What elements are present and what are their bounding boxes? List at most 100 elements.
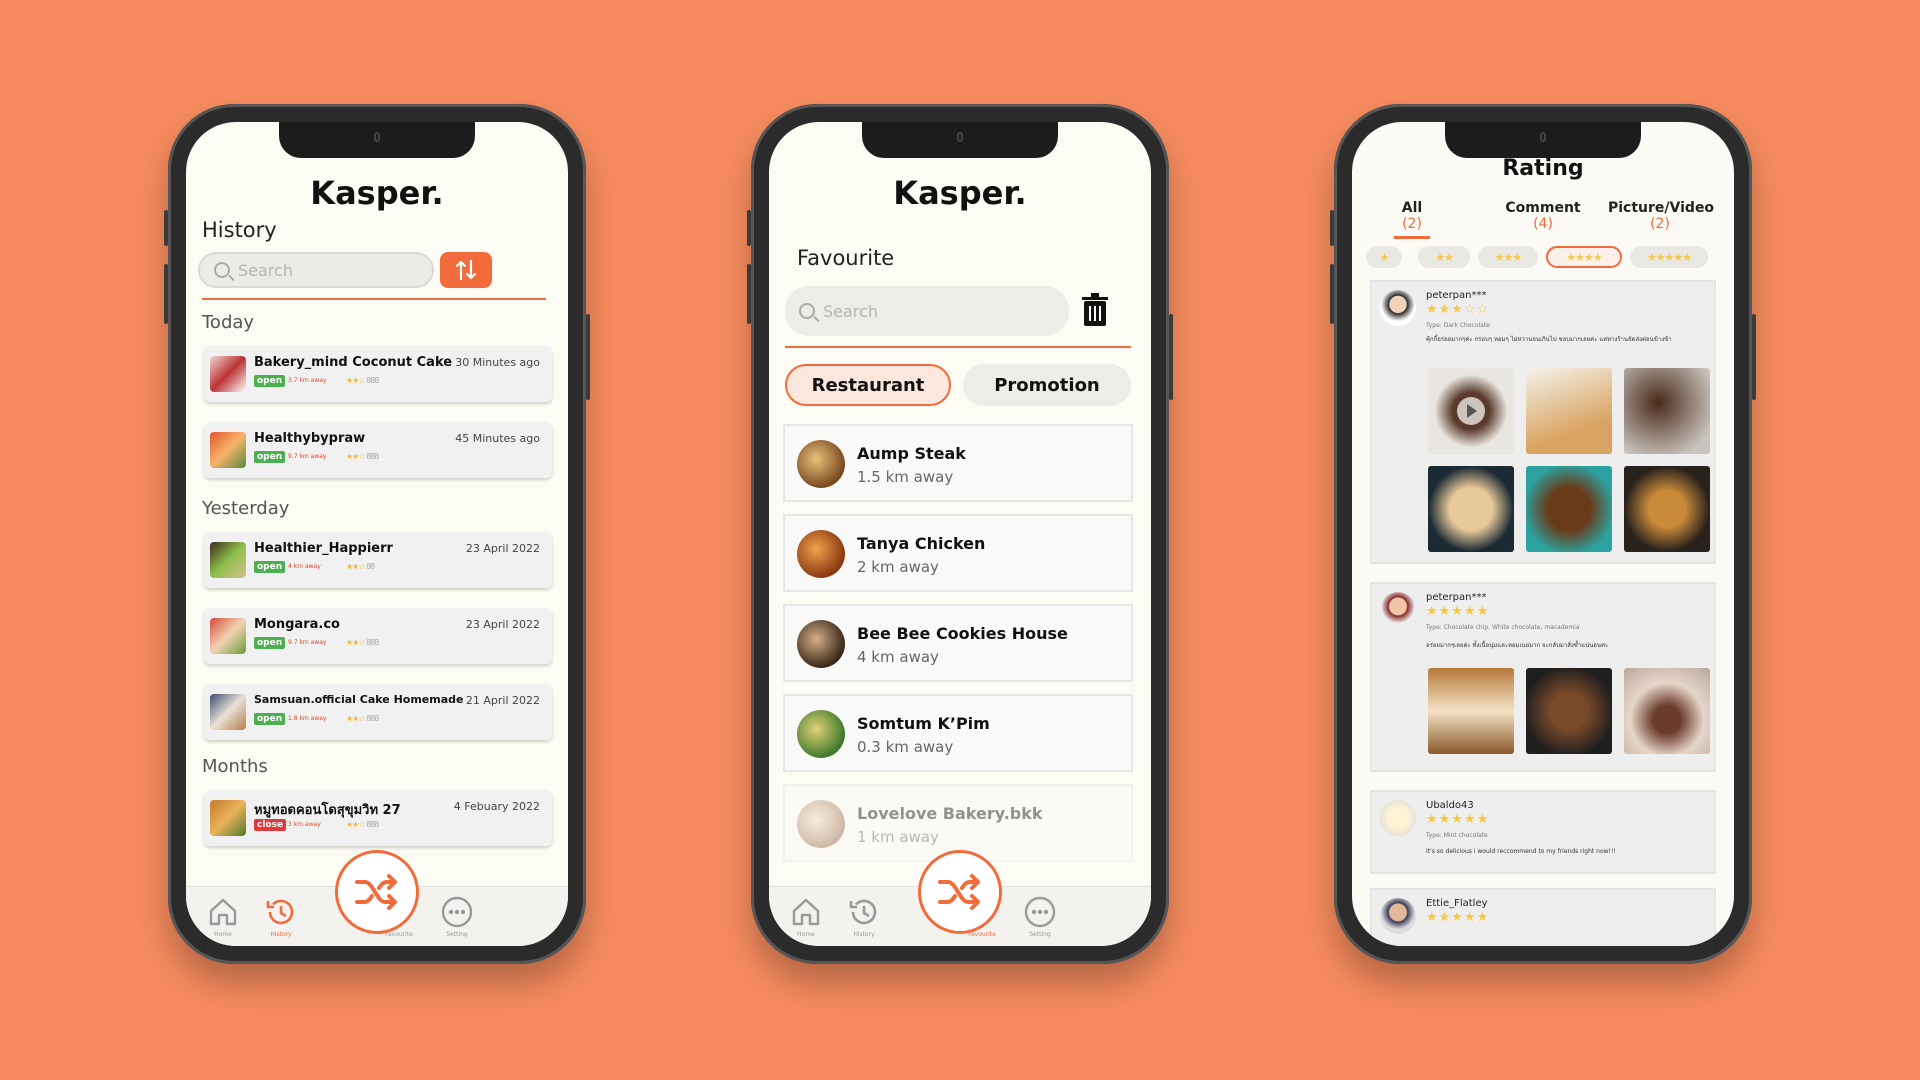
review-photo[interactable] [1526,466,1612,552]
review-stars: ★★★★★ [1426,604,1490,619]
review-photo[interactable] [1624,668,1710,754]
review-type: Type: Mint chocolate [1426,832,1488,839]
tab-picture-video[interactable]: Picture/Video (2) [1608,200,1714,232]
favourite-item[interactable]: Bee Bee Cookies House 4 km away [783,604,1133,682]
tab-label: Comment [1505,200,1581,216]
phone-rating: Rating All (2) Comment (4) Picture/Video… [1330,104,1756,964]
shuffle-button[interactable] [335,850,419,934]
review-photo[interactable] [1526,668,1612,754]
group-months: Months [202,756,268,777]
star-filter-1[interactable]: ★ [1366,246,1402,268]
nav-label: Setting [1029,931,1051,938]
visit-time: 45 Minutes ago [455,432,540,445]
history-item[interactable]: Bakery_mind Coconut Cake 30 Minutes ago … [204,346,552,402]
nav-home[interactable]: Home [781,895,831,938]
status-badge: open [254,713,286,725]
visit-time: 23 April 2022 [465,542,540,555]
notch [1445,122,1641,158]
review-video[interactable] [1428,368,1514,454]
nav-label: Home [214,931,232,938]
store-thumbnail [210,542,246,578]
search-input[interactable]: Search [785,286,1069,336]
review-photo[interactable] [1526,368,1612,454]
brand-logo: Kasper. [310,174,444,212]
star-filter-4[interactable]: ★★★★ [1546,246,1622,268]
search-icon [214,262,230,278]
visit-time: 4 Febuary 2022 [453,800,540,813]
review-user: Ubaldo43 [1426,800,1474,811]
history-item[interactable]: Healthybypraw 45 Minutes ago open 9.7 km… [204,422,552,478]
search-icon [799,303,815,319]
search-placeholder: Search [238,260,293,280]
nav-history[interactable]: History [839,895,889,938]
page-title: Rating [1502,156,1584,181]
tab-count: (2) [1402,216,1422,232]
history-item[interactable]: Healthier_Happierr 23 April 2022 open 4 … [204,532,552,588]
star-filter-3[interactable]: ★★★ [1478,246,1538,268]
nav-setting[interactable]: Setting [1015,895,1065,938]
visit-time: 23 April 2022 [465,618,540,631]
history-icon [849,899,877,925]
tab-count: (2) [1650,216,1670,232]
shuffle-icon [938,874,980,910]
star-filter-2[interactable]: ★★ [1418,246,1470,268]
store-name: Samsuan.official Cake Homemade [254,693,464,706]
nav-setting[interactable]: Setting [432,895,482,938]
search-input[interactable]: Search [198,252,434,288]
visit-time: 21 April 2022 [465,694,540,707]
play-icon [1457,397,1485,425]
screen: Rating All (2) Comment (4) Picture/Video… [1352,122,1734,946]
history-item[interactable]: Samsuan.official Cake Homemade 21 April … [204,684,552,740]
rating-stars: ★★☆ 888 [346,714,379,723]
delete-button[interactable] [1079,292,1111,328]
tab-comment[interactable]: Comment (4) [1498,200,1588,232]
avatar [1380,898,1416,934]
rating-count: 888 [366,714,379,723]
store-avatar [797,620,845,668]
review-card: Ubaldo43 ★★★★★ Type: Mint chocolate It's… [1370,790,1716,874]
review-photo[interactable] [1624,368,1710,454]
search-placeholder: Search [823,301,878,321]
review-photo[interactable] [1624,466,1710,552]
rating-count: 88 [366,562,375,571]
distance: 9.7 km away [288,453,327,460]
tab-promotion[interactable]: Promotion [963,364,1131,406]
favourite-item[interactable]: Aump Steak 1.5 km away [783,424,1133,502]
star-filter-5[interactable]: ★★★★★ [1630,246,1708,268]
phone-history: Kasper. History Search Today Bakery_mind… [164,104,590,964]
store-name: Bee Bee Cookies House [857,624,1068,643]
trash-icon [1082,293,1108,326]
store-avatar [797,800,845,848]
history-item[interactable]: หมูทอดคอนโดสุขุมวิท 27 4 Febuary 2022 cl… [204,790,552,846]
rating-count: 888 [366,820,379,829]
rating-stars: ★★☆ 888 [346,638,379,647]
favourite-tabs: Restaurant Promotion [785,364,1131,406]
sort-icon [455,259,477,281]
tab-label: All [1401,200,1423,216]
sort-button[interactable] [440,252,492,288]
review-photo[interactable] [1428,668,1514,754]
store-thumbnail [210,694,246,730]
rating-count: 888 [366,638,379,647]
review-photo[interactable] [1428,466,1514,552]
history-item[interactable]: Mongara.co 23 April 2022 open 9.7 km awa… [204,608,552,664]
shuffle-button[interactable] [918,850,1002,934]
store-name: Tanya Chicken [857,534,986,553]
rating-stars: ★★☆ 888 [346,376,379,385]
favourite-item[interactable]: Tanya Chicken 2 km away [783,514,1133,592]
status-badge: open [254,637,286,649]
group-today: Today [202,312,255,333]
review-card: Ettie_Flatley ★★★★★ [1370,888,1716,946]
notch [279,122,475,158]
nav-label: Setting [446,931,468,938]
review-card: peterpan*** ★★★★★ Type: Chocolate chip, … [1370,582,1716,772]
favourite-item[interactable]: Somtum K’Pim 0.3 km away [783,694,1133,772]
store-name: Bakery_mind Coconut Cake [254,355,453,370]
status-badge: open [254,375,286,387]
distance: 4 km away [857,648,939,666]
tab-all[interactable]: All (2) [1392,200,1432,239]
nav-home[interactable]: Home [198,895,248,938]
rating-stars: ★★☆ 888 [346,820,379,829]
tab-restaurant[interactable]: Restaurant [785,364,951,406]
nav-history[interactable]: History [256,895,306,938]
